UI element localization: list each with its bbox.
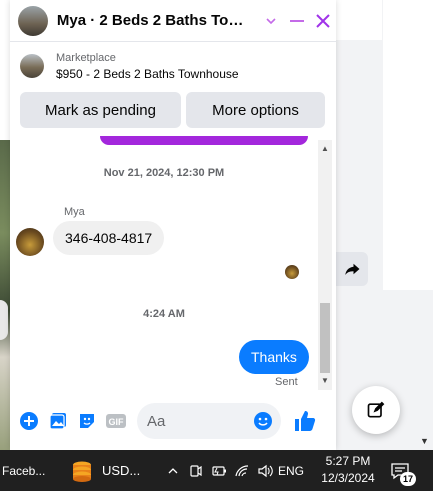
photo-icon[interactable] <box>47 410 69 432</box>
outgoing-message[interactable]: Thanks <box>239 340 309 374</box>
sender-avatar[interactable] <box>16 228 44 256</box>
seen-indicator-avatar <box>285 265 299 279</box>
contact-avatar[interactable] <box>18 5 48 36</box>
taskbar-app-facebook[interactable]: Faceb... <box>0 450 50 491</box>
message-list: Nov 21, 2024, 12:30 PM Mya 346-408-4817 … <box>10 136 318 390</box>
clock-time: 5:27 PM <box>325 454 371 468</box>
volume-icon[interactable] <box>253 450 276 491</box>
sticker-icon[interactable] <box>76 410 98 432</box>
listing-label: Marketplace <box>56 51 116 64</box>
chat-title[interactable]: Mya · 2 Beds 2 Baths Town... <box>57 12 252 29</box>
share-button[interactable] <box>336 252 368 286</box>
scrollbar-thumb[interactable] <box>320 303 330 373</box>
mark-as-pending-button[interactable]: Mark as pending <box>20 92 181 128</box>
marketplace-listing[interactable]: Marketplace $950 - 2 Beds 2 Baths Townho… <box>10 42 336 90</box>
taskbar-app-label: USD... <box>102 463 141 478</box>
timestamp: 4:24 AM <box>143 308 185 320</box>
share-icon <box>345 263 360 275</box>
scroll-down-arrow[interactable]: ▼ <box>318 376 332 385</box>
coin-stack-icon <box>73 461 91 482</box>
listing-actions: Mark as pending More options <box>10 92 336 132</box>
chat-window: Mya · 2 Beds 2 Baths Town... Marketplace… <box>10 0 336 450</box>
wifi-icon[interactable] <box>230 450 253 491</box>
message-scrollbar[interactable]: ▲ ▼ <box>318 140 332 390</box>
taskbar-clock[interactable]: 5:27 PM 12/3/2024 <box>318 453 378 487</box>
chevron-down-icon[interactable] <box>258 8 284 34</box>
language-indicator[interactable]: ENG <box>276 450 306 491</box>
listing-thumbnail <box>20 54 44 78</box>
windows-taskbar: Faceb... USD... ENG 5:27 PM 12/3/2024 17 <box>0 450 433 491</box>
taskbar-app-usd[interactable]: USD... <box>70 450 152 491</box>
close-icon[interactable] <box>310 8 336 34</box>
system-tray: ENG <box>162 450 306 491</box>
new-message-button[interactable] <box>352 386 400 434</box>
previous-message-bubble <box>100 136 308 145</box>
battery-icon[interactable] <box>207 450 230 491</box>
chat-header: Mya · 2 Beds 2 Baths Town... <box>10 0 336 42</box>
thumbs-up-icon[interactable] <box>293 409 317 433</box>
message-input-field[interactable] <box>137 403 281 439</box>
sender-name: Mya <box>64 206 85 218</box>
more-options-button[interactable]: More options <box>186 92 325 128</box>
message-input[interactable] <box>147 412 247 430</box>
sent-status: Sent <box>275 376 298 388</box>
scroll-up-arrow[interactable]: ▲ <box>318 144 332 153</box>
listing-title: $950 - 2 Beds 2 Baths Townhouse <box>56 66 239 81</box>
meet-now-icon[interactable] <box>184 450 207 491</box>
svg-text:GIF: GIF <box>109 417 125 427</box>
gif-icon[interactable]: GIF <box>105 410 127 432</box>
message-composer: GIF <box>10 400 336 442</box>
incoming-message[interactable]: 346-408-4817 <box>53 221 165 255</box>
chevron-up-icon[interactable] <box>162 450 184 491</box>
background-photo <box>0 140 10 450</box>
clock-date: 12/3/2024 <box>321 471 375 485</box>
emoji-icon[interactable] <box>253 411 273 431</box>
taskbar-app-label: Faceb... <box>2 463 46 478</box>
compose-icon <box>367 401 385 418</box>
timestamp: Nov 21, 2024, 12:30 PM <box>103 167 225 179</box>
minimize-icon[interactable] <box>284 8 310 34</box>
background-page <box>336 0 433 450</box>
notification-count-badge: 17 <box>400 472 416 486</box>
page-scroll-down-arrow[interactable]: ▼ <box>420 436 429 446</box>
plus-icon[interactable] <box>18 410 40 432</box>
